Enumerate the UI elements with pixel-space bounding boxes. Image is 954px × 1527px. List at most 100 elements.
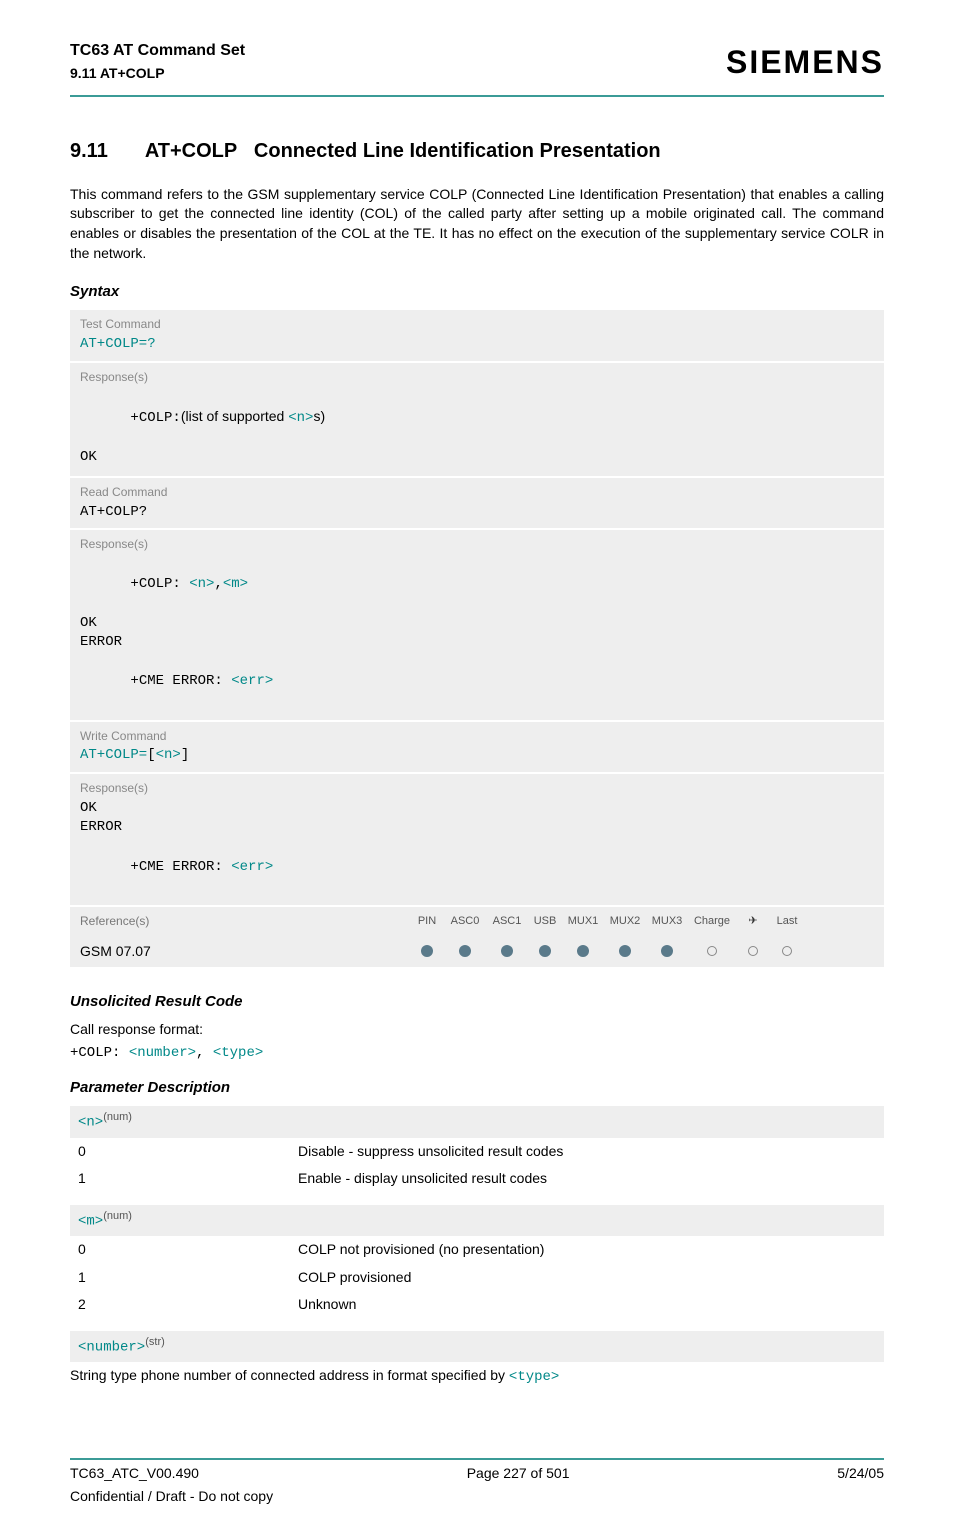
reference-data-row: GSM 07.07 bbox=[70, 936, 884, 968]
param-number-bar: <number>(str) bbox=[70, 1331, 884, 1362]
param-m-val-1: COLP provisioned bbox=[298, 1268, 876, 1288]
section-number: 9.11 bbox=[70, 137, 140, 165]
dot-charge bbox=[707, 946, 717, 956]
urc-number-token: <number> bbox=[129, 1045, 196, 1061]
write-command-label: Write Command bbox=[70, 722, 884, 747]
param-m-row-1: 1 COLP provisioned bbox=[70, 1264, 884, 1292]
section-description: This command refers to the GSM supplemen… bbox=[70, 185, 884, 263]
col-asc1: ASC1 bbox=[486, 914, 528, 929]
dot-mux1 bbox=[577, 945, 589, 957]
param-m-name: <m> bbox=[78, 1214, 103, 1230]
test-command-block: Test Command AT+COLP=? bbox=[70, 310, 884, 360]
read-resp-param-m: <m> bbox=[223, 576, 248, 592]
param-n-bar: <n>(num) bbox=[70, 1106, 884, 1137]
param-n-val-1: Enable - display unsolicited result code… bbox=[298, 1169, 876, 1189]
read-resp-prefix: +COLP: bbox=[130, 576, 189, 592]
read-response-block: Response(s) +COLP: <n>,<m> OK ERROR +CME… bbox=[70, 530, 884, 720]
write-response-block: Response(s) OK ERROR +CME ERROR: <err> bbox=[70, 774, 884, 905]
col-charge: Charge bbox=[688, 914, 736, 929]
write-cmd-rbracket: ] bbox=[181, 747, 189, 763]
write-cmd-lbracket: [ bbox=[147, 747, 155, 763]
write-resp-error: ERROR bbox=[70, 818, 884, 838]
test-command-code: AT+COLP=? bbox=[70, 335, 884, 361]
read-response-label: Response(s) bbox=[70, 530, 884, 555]
write-resp-ok: OK bbox=[70, 799, 884, 819]
dot-airplane bbox=[748, 946, 758, 956]
page-footer: TC63_ATC_V00.490 Page 227 of 501 5/24/05 bbox=[70, 1464, 884, 1488]
param-n-row-1: 1 Enable - display unsolicited result co… bbox=[70, 1165, 884, 1193]
col-pin: PIN bbox=[410, 914, 444, 929]
write-response-label: Response(s) bbox=[70, 774, 884, 799]
col-asc0: ASC0 bbox=[444, 914, 486, 929]
footer-right: 5/24/05 bbox=[837, 1464, 884, 1484]
param-number-desc-token: <type> bbox=[509, 1369, 559, 1385]
doc-title: TC63 AT Command Set bbox=[70, 40, 245, 62]
write-command-code: AT+COLP=[<n>] bbox=[70, 746, 884, 772]
col-mux1: MUX1 bbox=[562, 914, 604, 929]
test-resp-ok: OK bbox=[70, 448, 884, 476]
airplane-icon: ✈ bbox=[736, 914, 770, 929]
param-n-name: <n> bbox=[78, 1115, 103, 1131]
urc-desc: Call response format: bbox=[70, 1020, 884, 1040]
param-m-bar: <m>(num) bbox=[70, 1205, 884, 1236]
read-command-block: Read Command AT+COLP? bbox=[70, 478, 884, 528]
reference-value: GSM 07.07 bbox=[70, 936, 410, 968]
read-resp-cme-prefix: +CME ERROR: bbox=[130, 673, 231, 689]
dot-mux2 bbox=[619, 945, 631, 957]
brand-logo: SIEMENS bbox=[726, 40, 884, 85]
reference-label: Reference(s) bbox=[70, 907, 410, 936]
section-heading: 9.11 AT+COLP Connected Line Identificati… bbox=[70, 137, 884, 165]
read-resp-error: ERROR bbox=[70, 633, 884, 653]
page-header: TC63 AT Command Set 9.11 AT+COLP SIEMENS bbox=[70, 40, 884, 91]
param-number-name: <number> bbox=[78, 1340, 145, 1356]
urc-heading: Unsolicited Result Code bbox=[70, 991, 884, 1012]
syntax-heading: Syntax bbox=[70, 281, 884, 302]
param-m-row-2: 2 Unknown bbox=[70, 1291, 884, 1319]
dot-pin bbox=[421, 945, 433, 957]
dot-usb bbox=[539, 945, 551, 957]
test-resp-prefix: +COLP: bbox=[130, 410, 180, 426]
urc-format: +COLP: <number>, <type> bbox=[70, 1044, 884, 1064]
doc-subsection-ref: 9.11 AT+COLP bbox=[70, 64, 245, 84]
read-resp-param-n: <n> bbox=[189, 576, 214, 592]
test-response-block: Response(s) +COLP:(list of supported <n>… bbox=[70, 363, 884, 476]
param-m-key-2: 2 bbox=[78, 1295, 298, 1315]
param-m-row-0: 0 COLP not provisioned (no presentation) bbox=[70, 1236, 884, 1264]
test-resp-text-before: (list of supported bbox=[181, 408, 288, 424]
param-n-row-0: 0 Disable - suppress unsolicited result … bbox=[70, 1138, 884, 1166]
param-n-sup: (num) bbox=[103, 1111, 132, 1123]
write-command-block: Write Command AT+COLP=[<n>] bbox=[70, 722, 884, 772]
col-last: Last bbox=[770, 914, 804, 929]
col-mux2: MUX2 bbox=[604, 914, 646, 929]
test-response-label: Response(s) bbox=[70, 363, 884, 388]
footer-divider bbox=[70, 1458, 884, 1460]
col-mux3: MUX3 bbox=[646, 914, 688, 929]
param-m-key-1: 1 bbox=[78, 1268, 298, 1288]
section-title-text: Connected Line Identification Presentati… bbox=[254, 140, 661, 162]
read-command-label: Read Command bbox=[70, 478, 884, 503]
param-n-key-1: 1 bbox=[78, 1169, 298, 1189]
read-resp-ok: OK bbox=[70, 614, 884, 634]
dot-last bbox=[782, 946, 792, 956]
urc-type-token: <type> bbox=[213, 1045, 263, 1061]
test-command-label: Test Command bbox=[70, 310, 884, 335]
param-m-val-2: Unknown bbox=[298, 1295, 876, 1315]
param-n-val-0: Disable - suppress unsolicited result co… bbox=[298, 1142, 876, 1162]
reference-header-row: Reference(s) PIN ASC0 ASC1 USB MUX1 MUX2… bbox=[70, 907, 884, 936]
param-m-key-0: 0 bbox=[78, 1240, 298, 1260]
read-command-code: AT+COLP? bbox=[70, 503, 884, 529]
param-desc-heading: Parameter Description bbox=[70, 1077, 884, 1098]
write-resp-cme-prefix: +CME ERROR: bbox=[130, 859, 231, 875]
test-resp-text-after: s) bbox=[313, 408, 325, 424]
dot-asc1 bbox=[501, 945, 513, 957]
footer-left: TC63_ATC_V00.490 bbox=[70, 1464, 199, 1484]
support-dots bbox=[410, 945, 884, 957]
footer-center: Page 227 of 501 bbox=[467, 1464, 570, 1484]
param-number-desc: String type phone number of connected ad… bbox=[70, 1366, 884, 1388]
test-resp-param-n: <n> bbox=[288, 410, 313, 426]
param-m-sup: (num) bbox=[103, 1210, 132, 1222]
header-divider bbox=[70, 95, 884, 97]
footer-sub: Confidential / Draft - Do not copy bbox=[70, 1487, 884, 1507]
dot-mux3 bbox=[661, 945, 673, 957]
urc-prefix: +COLP: bbox=[70, 1045, 129, 1061]
